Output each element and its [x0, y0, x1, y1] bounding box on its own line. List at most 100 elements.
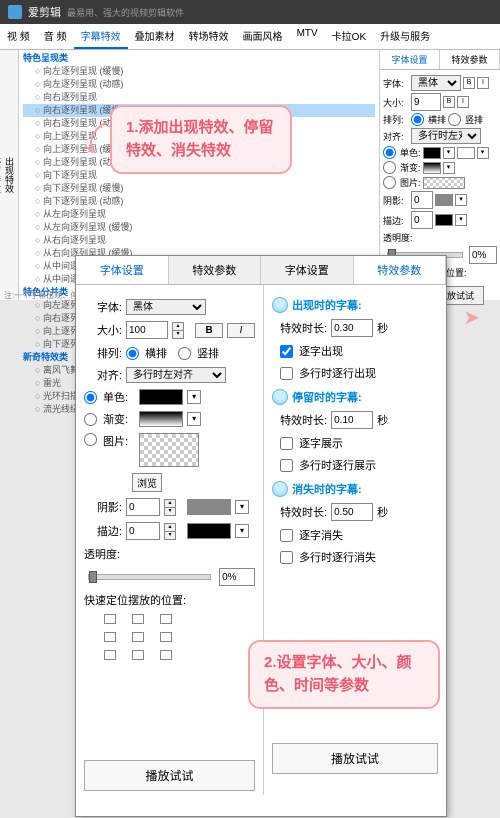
p-solid-swatch[interactable]	[139, 389, 183, 405]
pos-bl[interactable]	[104, 650, 116, 660]
shadow-swatch[interactable]	[435, 194, 453, 206]
solid-radio[interactable]	[383, 146, 396, 159]
dd[interactable]: ▾	[235, 524, 249, 538]
tree-group[interactable]: 特色呈现类	[23, 52, 375, 65]
pos-ml[interactable]	[104, 632, 116, 642]
tree-item[interactable]: 从左向逐列呈现	[23, 208, 375, 221]
tree-item[interactable]: 向左逐列呈现 (动感)	[23, 78, 375, 91]
tab-video[interactable]: 视 频	[0, 24, 37, 49]
app-title: 爱剪辑	[28, 4, 61, 20]
p-grad-swatch[interactable]	[139, 411, 183, 427]
tree-item[interactable]: 向左逐列呈现 (缓慢)	[23, 65, 375, 78]
bold-btn[interactable]: B	[463, 77, 475, 89]
tree-item[interactable]: 向右逐列呈现	[23, 91, 375, 104]
size-input[interactable]	[411, 93, 441, 111]
tab-style[interactable]: 画面风格	[236, 24, 290, 49]
p-italic[interactable]: I	[227, 323, 255, 338]
p-font-select[interactable]: 黑体	[126, 299, 206, 315]
ptab-param1[interactable]: 特效参数	[169, 256, 262, 284]
italic-btn2[interactable]: I	[457, 96, 469, 108]
rtab-params[interactable]: 特效参数	[440, 50, 500, 69]
tab-audio[interactable]: 音 频	[37, 24, 74, 49]
dur-stay[interactable]	[331, 411, 373, 429]
p-solid-r[interactable]	[84, 391, 97, 404]
pos-tc[interactable]	[132, 614, 144, 624]
p-stroke-input[interactable]	[126, 522, 160, 540]
stroke-input[interactable]	[411, 211, 433, 229]
pos-mr[interactable]	[160, 632, 172, 642]
p-opacity-slider[interactable]	[88, 574, 211, 580]
dd[interactable]: ▾	[455, 214, 467, 226]
p-stroke-swatch[interactable]	[187, 523, 231, 539]
dd[interactable]: ▾	[187, 390, 201, 404]
p-grad-r[interactable]	[84, 413, 97, 426]
p-shadow-swatch[interactable]	[187, 499, 231, 515]
p-shadow-input[interactable]	[126, 498, 160, 516]
rtab-font[interactable]: 字体设置	[380, 50, 440, 69]
grad-swatch[interactable]	[423, 162, 441, 174]
shadow-input[interactable]	[411, 191, 433, 209]
pic-radio[interactable]	[383, 176, 396, 189]
p-pic-swatch[interactable]	[139, 433, 199, 467]
shadow-spin[interactable]: ▴▾	[164, 499, 176, 516]
pos-br[interactable]	[160, 650, 172, 660]
dd[interactable]: ▾	[187, 412, 201, 426]
tab-overlay[interactable]: 叠加素材	[128, 24, 182, 49]
c-stay-char[interactable]	[280, 437, 293, 450]
c-appear-line[interactable]	[280, 367, 293, 380]
pos-bc[interactable]	[132, 650, 144, 660]
dd[interactable]: ▾	[443, 162, 455, 174]
p-align-select[interactable]: 多行时左对齐	[126, 367, 226, 383]
tree-item[interactable]: 从左向逐列呈现 (缓慢)	[23, 221, 375, 234]
tab-subtitle-fx[interactable]: 字幕特效	[74, 24, 128, 49]
c-dis-line[interactable]	[280, 551, 293, 564]
pic-swatch[interactable]	[423, 177, 465, 189]
size-spinner[interactable]: ▴▾	[172, 322, 184, 339]
c-stay-line[interactable]	[280, 459, 293, 472]
tab-upgrade[interactable]: 升级与服务	[373, 24, 437, 49]
italic-btn[interactable]: I	[477, 77, 489, 89]
p-arr-v[interactable]	[178, 347, 191, 360]
p-bold[interactable]: B	[195, 323, 223, 338]
opacity-val[interactable]	[469, 246, 497, 264]
p-arr-h[interactable]	[126, 347, 139, 360]
bold-btn2[interactable]: B	[443, 96, 455, 108]
dd[interactable]: ▾	[235, 500, 249, 514]
c-appear-char[interactable]	[280, 345, 293, 358]
dur-disappear[interactable]	[331, 503, 373, 521]
tab-mtv[interactable]: MTV	[290, 24, 325, 49]
p-pic-r[interactable]	[84, 433, 97, 446]
tab-transition[interactable]: 转场特效	[182, 24, 236, 49]
solid-swatch[interactable]	[423, 147, 441, 159]
cat-stay[interactable]: 停留特效	[0, 54, 3, 296]
dd[interactable]: ▾	[477, 147, 489, 159]
ptab-font1[interactable]: 字体设置	[76, 256, 169, 284]
pos-tl[interactable]	[104, 614, 116, 624]
c-dis-char[interactable]	[280, 529, 293, 542]
stroke-swatch[interactable]	[435, 214, 453, 226]
tree-item[interactable]: 向下逐列呈现 (缓慢)	[23, 182, 375, 195]
pos-mc[interactable]	[132, 632, 144, 642]
tab-karaoke[interactable]: 卡拉OK	[325, 24, 373, 49]
pos-tr[interactable]	[160, 614, 172, 624]
p-play-right[interactable]: 播放试试	[272, 743, 438, 774]
p-size-input[interactable]	[126, 321, 168, 339]
font-select[interactable]: 黑体	[411, 75, 461, 91]
tree-item[interactable]: 向下逐列呈现 (动感)	[23, 195, 375, 208]
cat-appear[interactable]: 出现特效	[3, 54, 16, 296]
p-browse-btn[interactable]: 浏览	[132, 473, 162, 492]
dur-appear[interactable]	[331, 319, 373, 337]
ptab-font2[interactable]: 字体设置	[261, 256, 354, 284]
solid-swatch2[interactable]	[457, 147, 475, 159]
p-play-left[interactable]: 播放试试	[84, 760, 255, 791]
dd[interactable]: ▾	[455, 194, 467, 206]
ptab-param2[interactable]: 特效参数	[354, 256, 447, 284]
arr-v[interactable]	[448, 113, 461, 126]
arr-h[interactable]	[411, 113, 424, 126]
tree-item[interactable]: 从右向逐列呈现	[23, 234, 375, 247]
dd[interactable]: ▾	[443, 147, 455, 159]
grad-radio[interactable]	[383, 161, 396, 174]
stroke-spin[interactable]: ▴▾	[164, 523, 176, 540]
align-select[interactable]: 多行时左对齐	[411, 128, 481, 144]
p-opacity-val[interactable]	[219, 568, 255, 586]
